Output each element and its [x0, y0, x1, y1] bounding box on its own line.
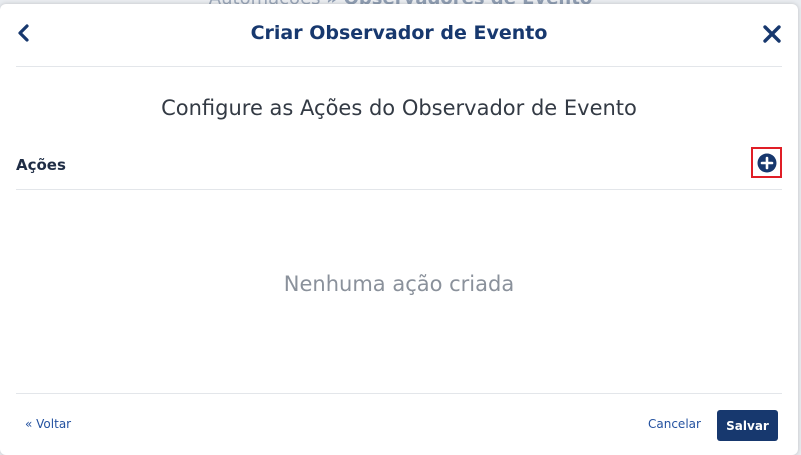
modal-title: Criar Observador de Evento: [250, 22, 548, 44]
back-link[interactable]: « Voltar: [25, 417, 71, 431]
add-action-button[interactable]: [751, 147, 782, 178]
close-icon: [763, 25, 781, 43]
plus-circle-icon: [757, 153, 776, 172]
modal-header: Criar Observador de Evento: [16, 4, 782, 67]
close-button[interactable]: [762, 24, 782, 44]
save-button[interactable]: Salvar: [717, 410, 778, 441]
empty-actions-message: Nenhuma ação criada: [283, 272, 515, 296]
actions-section-header: Ações: [16, 147, 782, 190]
actions-section-label: Ações: [16, 156, 66, 174]
create-event-observer-modal: Criar Observador de Evento Configure as …: [0, 4, 798, 455]
footer-divider: [16, 393, 782, 394]
cancel-button[interactable]: Cancelar: [648, 417, 701, 431]
page-subtitle: Configure as Ações do Observador de Even…: [161, 96, 637, 120]
